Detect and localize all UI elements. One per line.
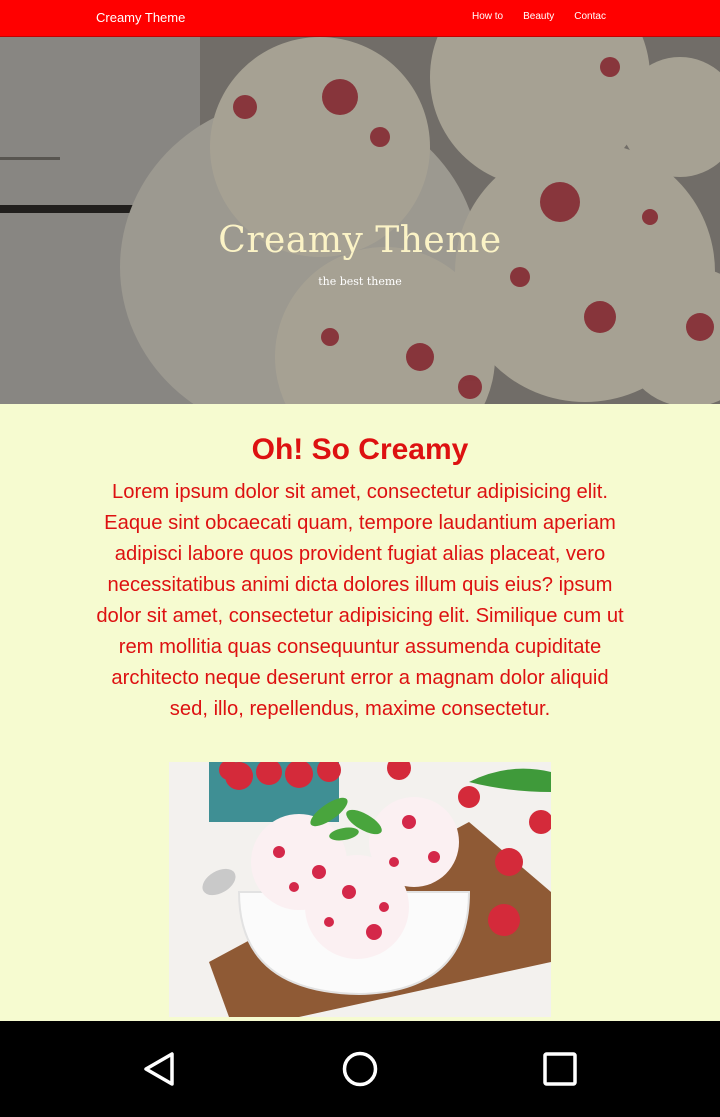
ice-cream-bowl-illustration — [169, 762, 551, 1017]
section-heading: Oh! So Creamy — [251, 433, 469, 466]
ice-cream-bowl-image — [169, 762, 551, 1017]
back-triangle-icon — [144, 1052, 174, 1086]
nav-links: How to Beauty Contac — [462, 11, 616, 22]
nav-link-beauty[interactable]: Beauty — [523, 11, 554, 22]
navbar: Creamy Theme How to Beauty Contac — [0, 0, 720, 37]
back-button[interactable] — [140, 1049, 180, 1094]
hero-title: Creamy Theme — [218, 220, 502, 261]
nav-link-how-to[interactable]: How to — [472, 11, 503, 22]
hero-subtitle: the best theme — [318, 275, 402, 288]
section-paragraph: Lorem ipsum dolor sit amet, consectetur … — [96, 481, 624, 720]
home-button[interactable] — [340, 1049, 380, 1094]
nav-link-contact[interactable]: Contac — [574, 11, 606, 22]
hero-banner: Creamy Theme the best theme — [0, 37, 720, 404]
brand-link[interactable]: Creamy Theme — [96, 10, 185, 25]
home-circle-icon — [342, 1051, 378, 1087]
recents-button[interactable] — [540, 1049, 580, 1094]
system-navigation-bar — [0, 1021, 720, 1117]
recents-square-icon — [543, 1052, 577, 1086]
